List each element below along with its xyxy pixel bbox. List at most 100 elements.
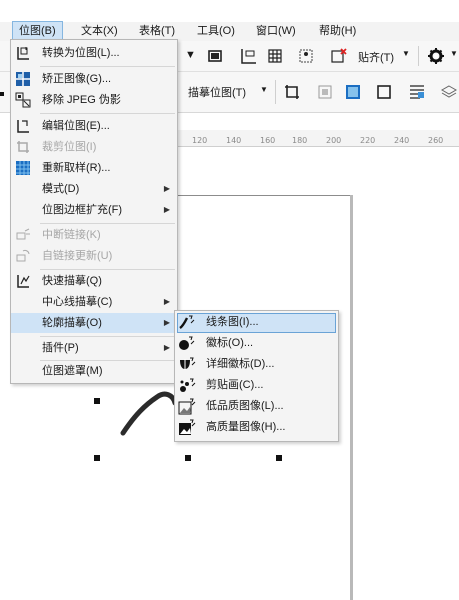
submenu-item-detailed-logo[interactable]: 详细徽标(D)... <box>175 354 338 375</box>
submenu-arrow-icon: ▶ <box>163 184 170 193</box>
submenu-item-clipart[interactable]: 剪贴画(C)... <box>175 375 338 396</box>
toolbar-divider <box>418 46 419 66</box>
menu-item-straighten-image[interactable]: 矫正图像(G)... <box>11 69 177 89</box>
submenu-item-label: 剪贴画(C)... <box>206 379 264 391</box>
submenu-item-line-art[interactable]: 线条图(I)... <box>175 312 338 333</box>
submenu-item-label: 线条图(I)... <box>206 316 259 328</box>
frame-icon[interactable] <box>375 83 393 101</box>
menu-item-mode[interactable]: 模式(D) ▶ <box>11 179 177 199</box>
resample-icon <box>16 161 30 175</box>
chevron-down-icon[interactable]: ▼ <box>402 49 410 58</box>
menu-item-crop-bitmap[interactable]: 裁剪位图(I) <box>11 137 177 157</box>
low-quality-image-icon <box>178 398 196 415</box>
submenu-item-label: 低品质图像(L)... <box>206 400 284 412</box>
edit-bitmap-icon <box>17 120 29 133</box>
show-grid-icon[interactable] <box>266 47 284 65</box>
gear-icon[interactable] <box>427 47 445 65</box>
ruler-tick: 120 <box>192 136 208 145</box>
layers-icon[interactable] <box>440 83 458 101</box>
quick-trace-icon <box>17 275 30 288</box>
snap-to-dropdown[interactable]: 贴齐(T) <box>358 49 394 65</box>
remove-jpeg-artifacts-icon <box>15 92 31 108</box>
menu-help[interactable]: 帮助(H) <box>313 22 362 41</box>
submenu-item-label: 高质量图像(H)... <box>206 421 286 433</box>
submenu-arrow-icon: ▶ <box>163 343 170 352</box>
menu-item-label: 自链接更新(U) <box>42 250 113 262</box>
submenu-item-label: 详细徽标(D)... <box>206 358 275 370</box>
show-rulers-icon[interactable] <box>240 47 258 65</box>
submenu-item-high-quality-image[interactable]: 高质量图像(H)... <box>175 417 338 438</box>
break-link-icon <box>16 228 30 240</box>
toolbar-divider <box>275 80 276 104</box>
ruler-tick: 160 <box>260 136 276 145</box>
menu-item-remove-jpeg-artifacts[interactable]: 移除 JPEG 伪影 <box>11 90 177 110</box>
menu-item-label: 轮廓描摹(O) <box>42 317 102 329</box>
menu-item-centerline-trace[interactable]: 中心线描摹(C) ▶ <box>11 292 177 312</box>
menu-item-label: 模式(D) <box>42 183 80 195</box>
snap-off-icon[interactable] <box>330 47 348 65</box>
full-screen-icon[interactable] <box>206 47 224 65</box>
menu-item-edit-bitmap[interactable]: 编辑位图(E)... <box>11 116 177 136</box>
straighten-image-icon <box>16 72 30 86</box>
menu-item-outline-trace[interactable]: 轮廓描摹(O) ▶ <box>11 313 177 333</box>
submenu-arrow-icon: ▶ <box>163 297 170 306</box>
text-wrap-icon[interactable] <box>408 83 426 101</box>
ruler-tick: 260 <box>428 136 444 145</box>
clipart-icon <box>180 378 196 392</box>
guidelines-icon[interactable] <box>297 47 315 65</box>
menu-window[interactable]: 窗口(W) <box>250 22 302 41</box>
menu-item-label: 快速描摹(Q) <box>42 275 102 287</box>
menu-item-label: 中心线描摹(C) <box>42 296 113 308</box>
crop-bitmap-icon[interactable] <box>283 83 301 101</box>
selection-handle[interactable] <box>276 455 282 461</box>
ruler-tick: 180 <box>292 136 308 145</box>
menu-separator <box>40 336 175 337</box>
line-art-icon <box>179 315 195 329</box>
ruler-tick: 200 <box>326 136 342 145</box>
submenu-arrow-icon: ▶ <box>163 318 170 327</box>
horizontal-ruler: 120 140 160 180 200 220 240 260 <box>176 130 459 147</box>
menu-item-label: 转换为位图(L)... <box>42 47 120 59</box>
selection-handle[interactable] <box>94 455 100 461</box>
menu-item-update-link[interactable]: 自链接更新(U) <box>11 246 177 266</box>
trace-bitmap-button[interactable]: 描摹位图(T) <box>188 84 246 100</box>
menu-item-label: 移除 JPEG 伪影 <box>42 94 121 106</box>
menu-item-quick-trace[interactable]: 快速描摹(Q) <box>11 271 177 291</box>
menu-separator <box>40 113 175 114</box>
menu-item-label: 插件(P) <box>42 342 79 354</box>
chevron-down-icon[interactable]: ▼ <box>450 49 458 58</box>
submenu-item-low-quality-image[interactable]: 低品质图像(L)... <box>175 396 338 417</box>
menu-item-bitmap-border-expand[interactable]: 位图边框扩充(F) ▶ <box>11 200 177 220</box>
crop-bitmap-icon <box>17 141 29 153</box>
bitmap-border-icon[interactable] <box>344 83 362 101</box>
toolbox-handle <box>0 92 4 96</box>
detailed-logo-icon <box>180 357 196 370</box>
logo-icon <box>179 336 195 350</box>
menu-item-convert-to-bitmap[interactable]: 转换为位图(L)... <box>11 43 177 63</box>
menu-separator <box>40 269 175 270</box>
menu-item-label: 裁剪位图(I) <box>42 141 97 153</box>
menu-item-label: 位图遮罩(M) <box>42 365 103 377</box>
bitmap-menu: 转换为位图(L)... 矫正图像(G)... 移除 JPEG 伪影 编辑位图(E… <box>10 39 178 384</box>
chevron-down-icon[interactable]: ▼ <box>260 85 268 94</box>
menu-item-bitmap-mask[interactable]: 位图遮罩(M) <box>11 361 177 381</box>
resample-icon[interactable] <box>316 83 334 101</box>
submenu-arrow-icon: ▶ <box>163 205 170 214</box>
menu-item-plugins[interactable]: 插件(P) ▶ <box>11 338 177 358</box>
ruler-tick: 220 <box>360 136 376 145</box>
menu-item-label: 中断链接(K) <box>42 229 101 241</box>
submenu-item-label: 徽标(O)... <box>206 337 254 349</box>
selection-handle[interactable] <box>185 455 191 461</box>
ruler-tick: 240 <box>394 136 410 145</box>
ruler-tick: 140 <box>226 136 242 145</box>
menu-separator <box>40 223 175 224</box>
selection-handle[interactable] <box>94 398 100 404</box>
high-quality-image-icon <box>179 419 196 435</box>
menu-item-label: 编辑位图(E)... <box>42 120 110 132</box>
menu-separator <box>40 66 175 67</box>
submenu-item-logo[interactable]: 徽标(O)... <box>175 333 338 354</box>
menu-item-resample[interactable]: 重新取样(R)... <box>11 158 177 178</box>
zoom-dropdown-arrow-icon[interactable]: ▼ <box>185 49 196 61</box>
menu-item-break-link[interactable]: 中断链接(K) <box>11 225 177 245</box>
menu-tools[interactable]: 工具(O) <box>191 22 241 41</box>
